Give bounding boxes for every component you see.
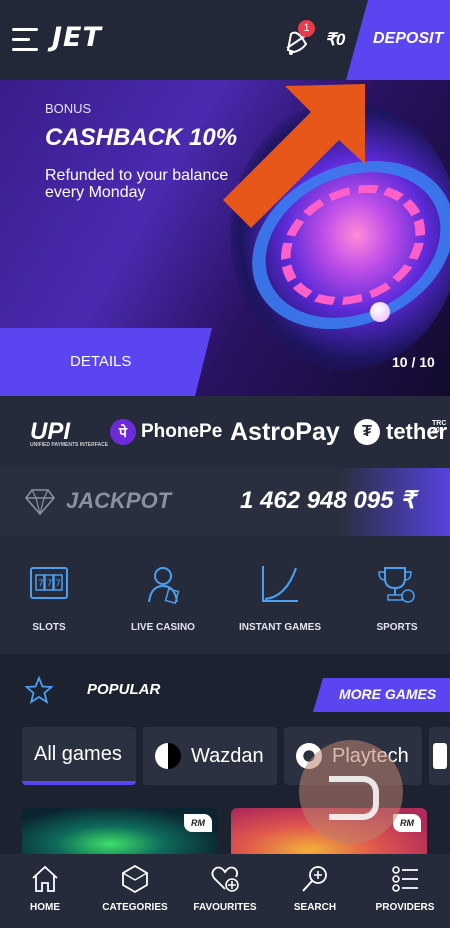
instant-games-icon xyxy=(262,566,298,602)
upi-tagline: UNIFIED PAYMENTS INTERFACE xyxy=(30,442,109,448)
sports-icon xyxy=(378,567,415,603)
nav-favourites[interactable]: FAVOURITES xyxy=(180,864,270,913)
upi-logo: UPI UNIFIED PAYMENTS INTERFACE xyxy=(30,396,108,468)
banner-title: CASHBACK 10% xyxy=(45,124,238,151)
jackpot-label: JACKPOT xyxy=(66,488,172,513)
category-shortcuts: 7 7 7 SLOTS LIVE CASINO INSTANT GAMES SP… xyxy=(0,536,450,654)
nav-label: CATEGORIES xyxy=(102,902,168,913)
trc20-tag: TRC 20 xyxy=(432,420,447,434)
filter-chip-next[interactable] xyxy=(429,727,450,785)
jackpot-bar[interactable]: JACKPOT 1 462 948 095 ₹ xyxy=(0,468,450,536)
favourites-icon xyxy=(211,866,239,892)
orange-arrow-annotation xyxy=(223,84,365,228)
deposit-label: DEPOSIT xyxy=(373,30,444,47)
category-slots[interactable]: 7 7 7 SLOTS xyxy=(0,564,105,633)
top-bar: JET 1 ₹0 DEPOSIT xyxy=(0,0,450,80)
chip-label: All games xyxy=(34,742,122,765)
filter-chip-wazdan[interactable]: Wazdan xyxy=(143,727,277,785)
phonepe-label: PhonePe xyxy=(141,421,223,442)
deposit-button[interactable]: DEPOSIT xyxy=(346,0,450,80)
nav-categories[interactable]: CATEGORIES xyxy=(90,864,180,913)
category-sports[interactable]: SPORTS xyxy=(341,564,450,633)
category-label: SLOTS xyxy=(32,622,66,633)
provider-badge: RM xyxy=(184,814,212,832)
diamond-icon xyxy=(25,489,55,516)
category-label: INSTANT GAMES xyxy=(238,622,322,633)
providers-icon xyxy=(392,866,418,892)
watermark-logo xyxy=(299,740,403,844)
jackpot-amount: 1 462 948 095 ₹ xyxy=(240,487,416,514)
nav-label: HOME xyxy=(30,902,60,913)
balance-amount[interactable]: ₹0 xyxy=(325,30,345,50)
nav-search[interactable]: SEARCH xyxy=(270,864,360,913)
logo[interactable]: JET xyxy=(52,22,102,53)
provider-icon xyxy=(433,743,447,769)
provider-badge: RM xyxy=(393,814,421,832)
phonepe-icon: पे xyxy=(110,419,136,445)
payment-methods-strip: UPI UNIFIED PAYMENTS INTERFACE पे PhoneP… xyxy=(0,396,450,468)
nav-label: SEARCH xyxy=(293,902,337,913)
filter-chip-all-games[interactable]: All games xyxy=(22,727,136,785)
details-button[interactable]: DETAILS xyxy=(0,328,212,396)
slots-icon: 7 7 7 xyxy=(30,567,68,599)
tether-icon: ₮ xyxy=(354,419,380,445)
chip-label: Wazdan xyxy=(191,744,264,767)
category-live-casino[interactable]: LIVE CASINO xyxy=(107,564,219,633)
bottom-navigation: HOME CATEGORIES FAVOURITES SEARCH PROVID… xyxy=(0,854,450,928)
notification-badge: 1 xyxy=(298,20,315,37)
wazdan-icon xyxy=(155,743,181,769)
category-label: LIVE CASINO xyxy=(131,622,195,633)
star-icon xyxy=(25,676,53,704)
roulette-ball xyxy=(370,302,390,322)
live-casino-icon xyxy=(148,567,180,604)
phonepe-logo: पे PhonePe xyxy=(110,396,222,468)
nav-label: FAVOURITES xyxy=(193,902,257,913)
svg-text:7 7 7: 7 7 7 xyxy=(38,579,61,589)
more-games-label: MORE GAMES xyxy=(339,686,437,702)
categories-icon xyxy=(122,864,148,894)
details-label: DETAILS xyxy=(70,353,132,370)
search-icon xyxy=(302,866,327,892)
category-label: SPORTS xyxy=(376,622,418,633)
astropay-label: AstroPay xyxy=(230,417,340,446)
astropay-logo: AstroPay xyxy=(230,396,340,468)
nav-providers[interactable]: PROVIDERS xyxy=(360,864,450,913)
section-title: POPULAR xyxy=(87,681,161,698)
category-instant-games[interactable]: INSTANT GAMES xyxy=(224,564,336,633)
bonus-label: BONUS xyxy=(45,101,92,116)
nav-label: PROVIDERS xyxy=(375,902,435,913)
nav-home[interactable]: HOME xyxy=(0,864,90,913)
hamburger-menu-icon[interactable] xyxy=(12,28,40,52)
more-games-button[interactable]: MORE GAMES xyxy=(313,678,450,712)
slide-counter: 10 / 10 xyxy=(392,354,435,370)
home-icon xyxy=(32,865,58,892)
